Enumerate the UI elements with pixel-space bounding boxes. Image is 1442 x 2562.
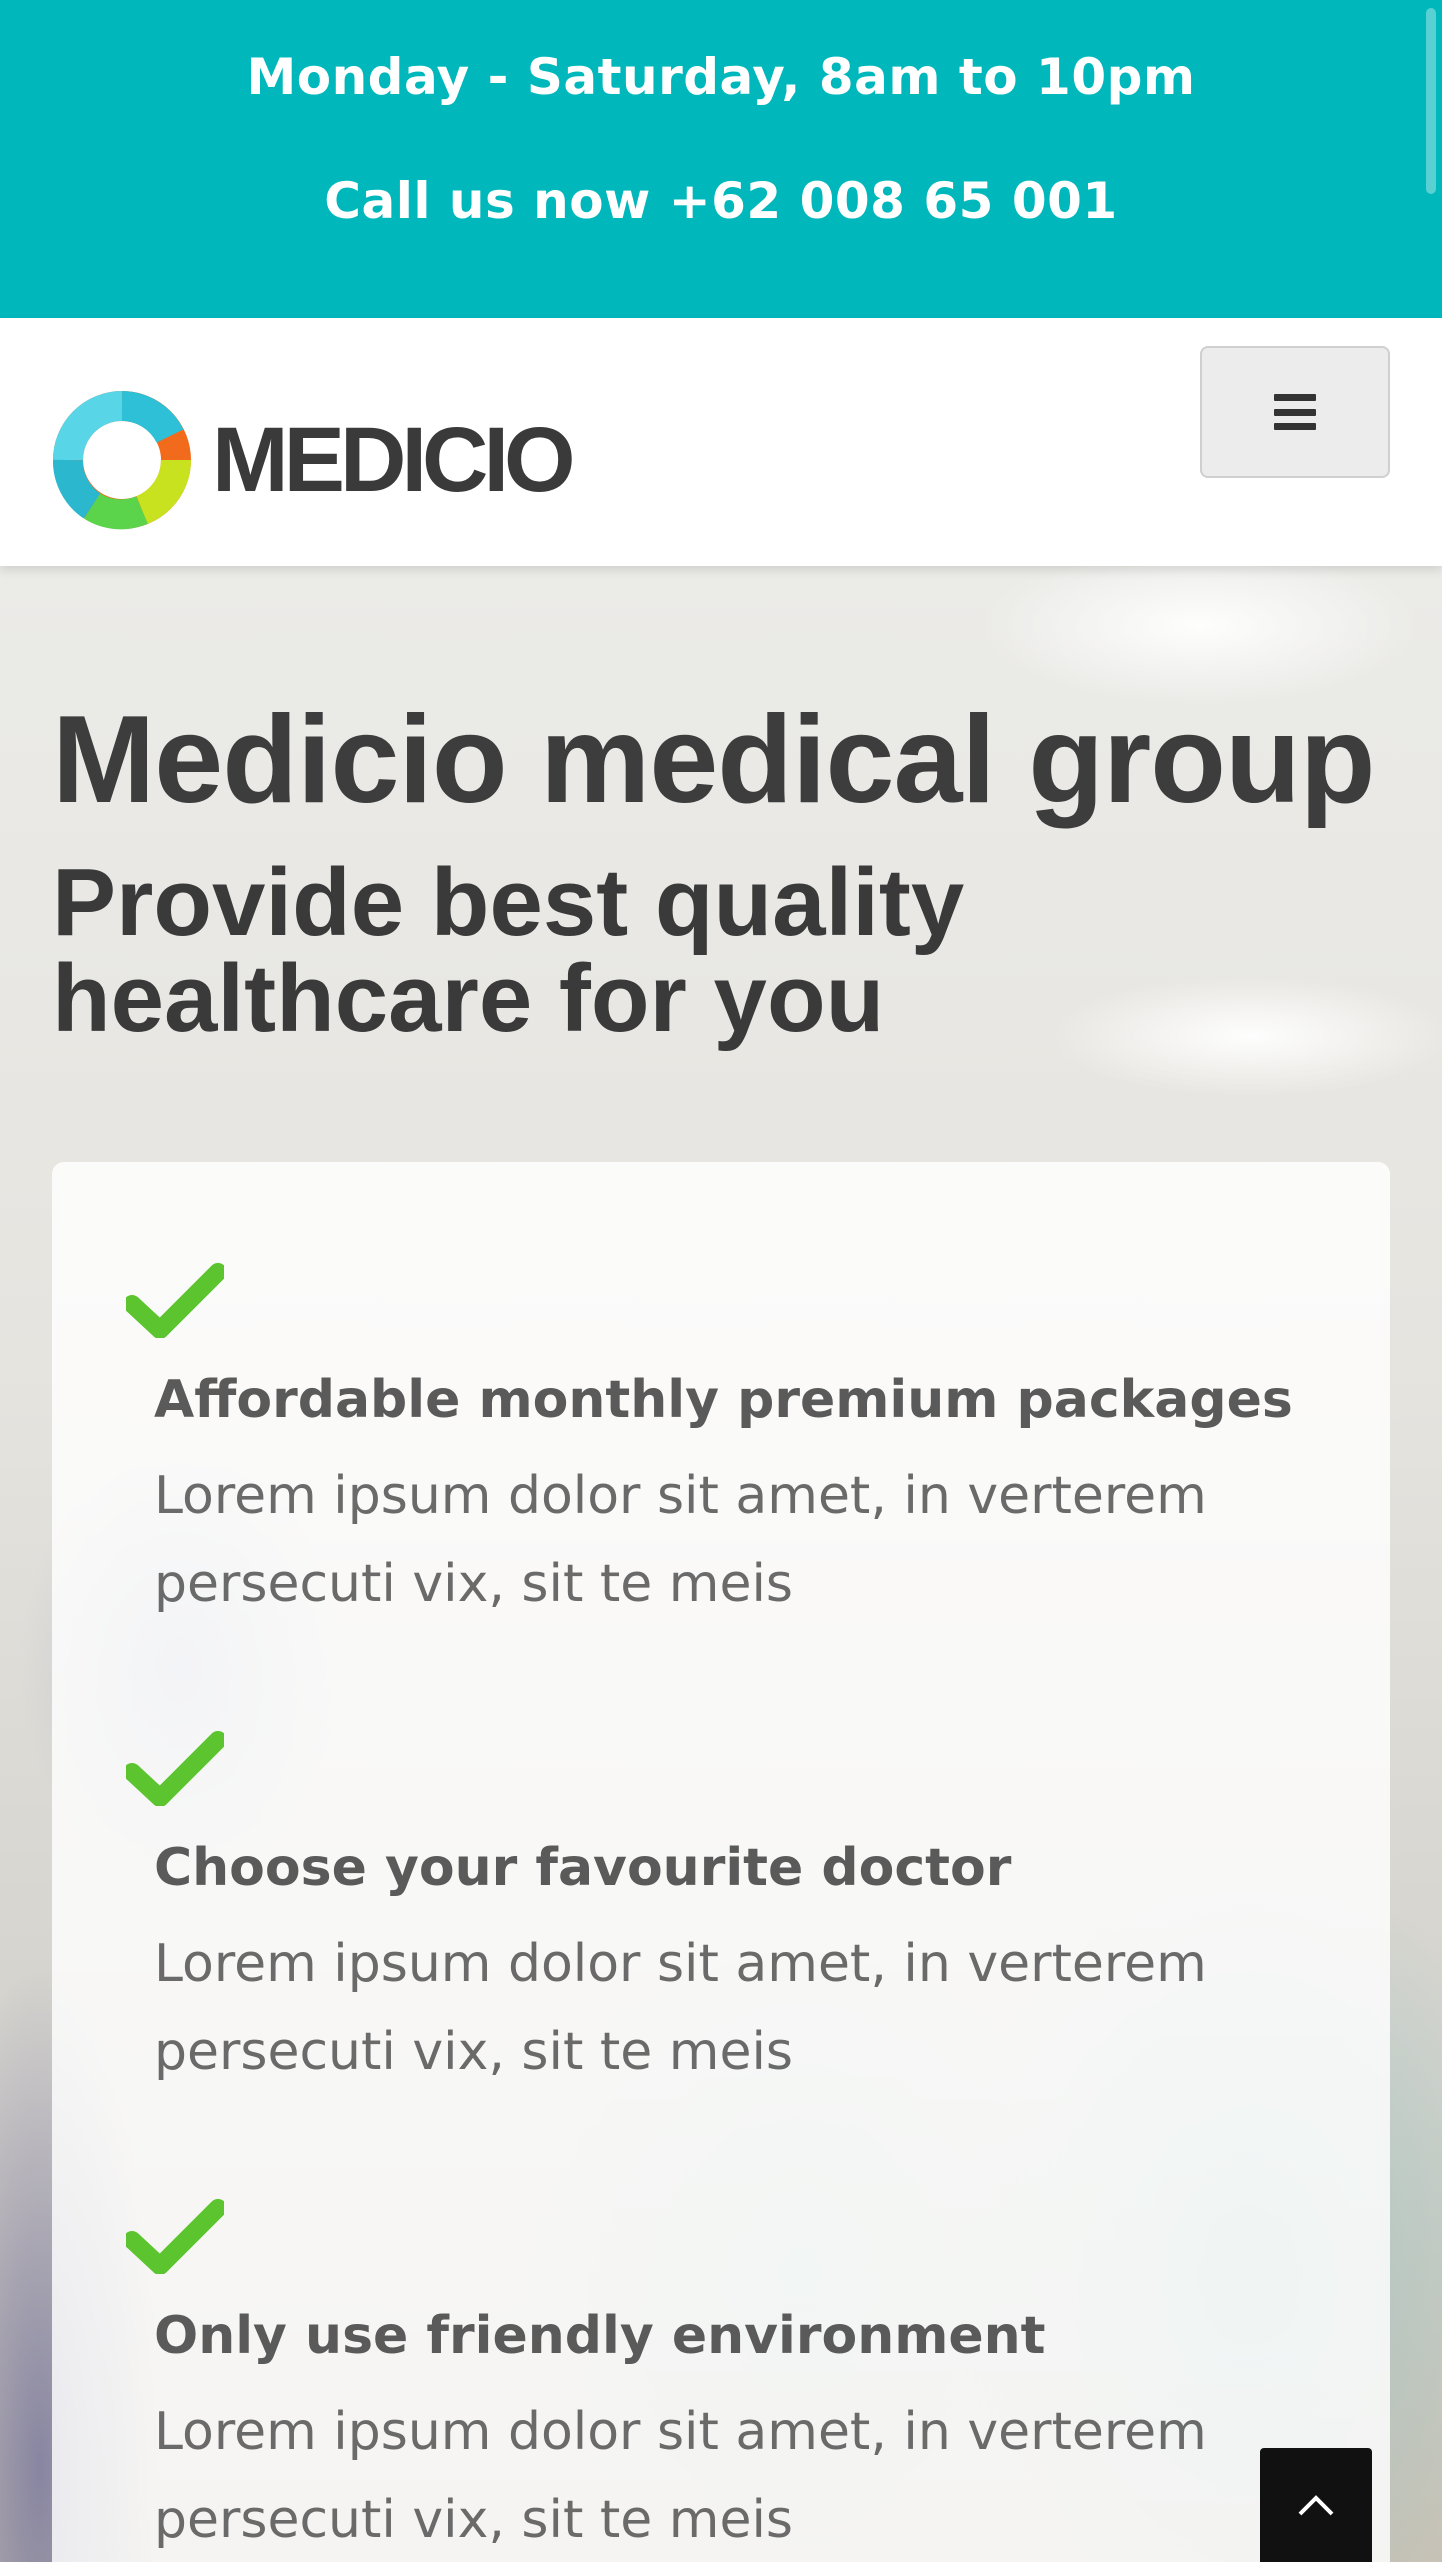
back-to-top-button[interactable] bbox=[1260, 2448, 1372, 2562]
chevron-up-icon bbox=[1298, 2495, 1334, 2516]
feature-text: Lorem ipsum dolor sit amet, in verterem … bbox=[154, 1934, 1207, 2082]
feature-title: Only use friendly environment bbox=[154, 2306, 1046, 2366]
feature-title: Choose your favourite doctor bbox=[154, 1838, 1012, 1898]
menu-toggle-button[interactable] bbox=[1200, 346, 1390, 478]
checkmark-icon bbox=[126, 2199, 224, 2274]
feature-text: Lorem ipsum dolor sit amet, in verterem … bbox=[154, 1466, 1207, 1614]
scrollbar-thumb[interactable] bbox=[1426, 8, 1436, 194]
hamburger-menu-icon bbox=[1274, 394, 1316, 430]
top-info-bar: Monday - Saturday, 8am to 10pm Call us n… bbox=[0, 0, 1442, 318]
hero-subtitle: Provide best quality healthcare for you bbox=[52, 849, 965, 1052]
checkmark-icon bbox=[126, 1263, 224, 1338]
feature-title: Affordable monthly premium packages bbox=[154, 1370, 1293, 1430]
logo-text: MEDICIO bbox=[212, 409, 576, 511]
phone-number[interactable]: Call us now +62 008 65 001 bbox=[0, 172, 1442, 230]
opening-hours: Monday - Saturday, 8am to 10pm bbox=[246, 48, 1196, 106]
feature-text: Lorem ipsum dolor sit amet, in verterem … bbox=[154, 2402, 1207, 2550]
checkmark-icon bbox=[126, 1731, 224, 1806]
hero-title: Medicio medical group bbox=[52, 691, 1376, 829]
site-logo[interactable]: MEDICIO bbox=[52, 390, 592, 530]
logo-ring-icon bbox=[53, 391, 191, 530]
